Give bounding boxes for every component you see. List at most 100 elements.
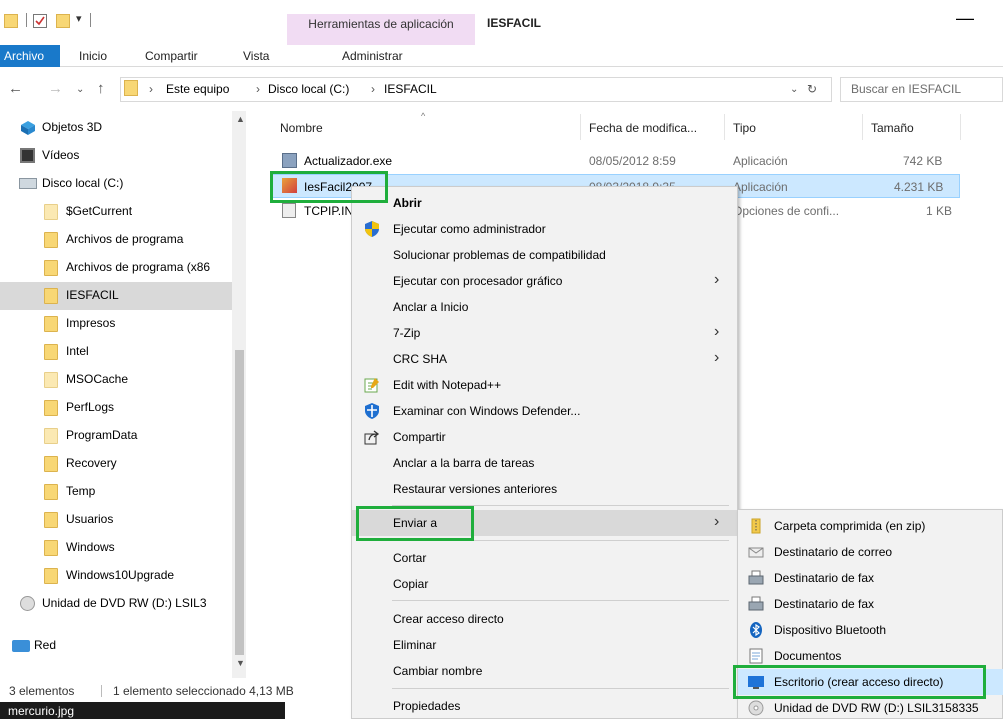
share-icon [363,428,381,446]
scroll-up-icon[interactable]: ▲ [236,114,245,124]
tab-vista[interactable]: Vista [243,45,269,67]
videos-icon [20,148,35,163]
chevron-right-icon: › [714,323,720,340]
column-divider[interactable] [580,114,581,140]
menu-item-restaurar-versiones[interactable]: Restaurar versiones anteriores [352,476,737,502]
menu-item-windows-defender[interactable]: Examinar con Windows Defender... [352,398,737,424]
nav-item-disco-local[interactable]: Disco local (C:) [0,170,232,198]
column-divider[interactable] [960,114,961,140]
submenu-item-label: Destinatario de fax [774,597,875,611]
breadcrumb-este-equipo[interactable]: Este equipo [166,82,229,96]
column-header-tamano[interactable]: Tamaño [871,121,914,135]
highlight-box-file [270,171,388,203]
tab-compartir[interactable]: Compartir [145,45,198,67]
back-arrow-icon[interactable]: ← [8,80,23,97]
nav-item-getcurrent[interactable]: $GetCurrent [0,198,232,226]
menu-item-label: Ejecutar con procesador gráfico [393,274,563,288]
nav-item-iesfacil[interactable]: IESFACIL [0,282,232,310]
submenu-item-destinatario-fax[interactable]: Destinatario de fax [738,565,1003,591]
taskbar-item[interactable]: mercurio.jpg [8,704,74,718]
minimize-button[interactable]: — [950,8,980,32]
menu-item-copiar[interactable]: Copiar [352,571,737,597]
menu-item-cambiar-nombre[interactable]: Cambiar nombre [352,658,737,684]
breadcrumb-iesfacil[interactable]: IESFACIL [384,82,437,96]
scroll-down-icon[interactable]: ▼ [236,658,245,668]
tab-archivo[interactable]: Archivo [0,45,60,67]
drive-icon [19,178,37,189]
menu-item-label: Cambiar nombre [393,664,483,678]
tab-administrar[interactable]: Administrar [342,45,403,67]
column-divider[interactable] [862,114,863,140]
nav-item-usuarios[interactable]: Usuarios [0,506,232,534]
documents-icon [748,648,764,664]
submenu-item-destinatario-correo[interactable]: Destinatario de correo [738,539,1003,565]
nav-item-recovery[interactable]: Recovery [0,450,232,478]
breadcrumb-disco-local[interactable]: Disco local (C:) [268,82,349,96]
menu-item-label: Eliminar [393,638,437,652]
nav-item-objetos-3d[interactable]: Objetos 3D [0,114,232,142]
nav-item-msocache[interactable]: MSOCache [0,366,232,394]
nav-item-programdata[interactable]: ProgramData [0,422,232,450]
column-header-fecha[interactable]: Fecha de modifica... [589,121,697,135]
submenu-item-destinatario-fax-2[interactable]: Destinatario de fax [738,591,1003,617]
nav-item-red[interactable]: Red [0,632,232,660]
bluetooth-icon [748,622,764,638]
submenu-item-bluetooth[interactable]: Dispositivo Bluetooth [738,617,1003,643]
nav-item-label: Windows [66,540,115,554]
column-divider[interactable] [724,114,725,140]
table-row[interactable]: Actualizador.exe 08/05/2012 8:59 Aplicac… [270,149,960,173]
menu-item-crc-sha[interactable]: CRC SHA › [352,346,737,372]
sort-ascending-icon: ^ [421,111,426,121]
properties-check-icon[interactable] [33,14,47,28]
menu-item-anclar-a-inicio[interactable]: Anclar a Inicio [352,294,737,320]
nav-item-unidad-dvd[interactable]: Unidad de DVD RW (D:) LSIL3 [0,590,232,618]
menu-item-abrir[interactable]: Abrir [352,190,737,216]
new-folder-icon[interactable] [56,14,70,28]
window-title: IESFACIL [487,16,542,30]
fax-icon [748,570,764,586]
folder-icon [124,80,138,96]
nav-item-archivos-de-programa-x86[interactable]: Archivos de programa (x86 [0,254,232,282]
nav-item-windows10upgrade[interactable]: Windows10Upgrade [0,562,232,590]
folder-icon [44,204,58,220]
nav-item-intel[interactable]: Intel [0,338,232,366]
menu-item-label: Anclar a la barra de tareas [393,456,535,470]
folder-icon[interactable] [4,14,18,28]
nav-scrollbar-thumb[interactable] [235,350,244,655]
recent-locations-chevron-icon[interactable]: ⌄ [76,84,84,95]
submenu-item-carpeta-comprimida[interactable]: Carpeta comprimida (en zip) [738,513,1003,539]
address-dropdown-icon[interactable]: ⌄ [790,84,798,95]
menu-item-cortar[interactable]: Cortar [352,545,737,571]
menu-item-eliminar[interactable]: Eliminar [352,632,737,658]
menu-item-7zip[interactable]: 7-Zip › [352,320,737,346]
nav-item-archivos-de-programa[interactable]: Archivos de programa [0,226,232,254]
menu-item-compartir[interactable]: Compartir [352,424,737,450]
column-header-tipo[interactable]: Tipo [733,121,756,135]
3d-objects-icon [20,120,36,136]
folder-icon [44,400,58,416]
menu-item-anclar-barra-tareas[interactable]: Anclar a la barra de tareas [352,450,737,476]
column-header-nombre[interactable]: Nombre [280,121,323,135]
submenu-item-label: Unidad de DVD RW (D:) LSIL3158335 [774,701,979,715]
refresh-icon[interactable]: ↻ [807,82,817,96]
nav-item-label: Archivos de programa (x86 [66,260,211,274]
nav-item-videos[interactable]: Vídeos [0,142,232,170]
menu-item-ejecutar-con-procesador-grafico[interactable]: Ejecutar con procesador gráfico › [352,268,737,294]
menu-item-propiedades[interactable]: Propiedades [352,693,737,719]
breadcrumb-separator-icon: › [256,82,260,96]
nav-item-perflogs[interactable]: PerfLogs [0,394,232,422]
quick-access-dropdown-icon[interactable]: ▾ [76,12,82,25]
dvd-icon [20,596,35,611]
tab-inicio[interactable]: Inicio [79,45,107,67]
menu-item-ejecutar-como-administrador[interactable]: Ejecutar como administrador [352,216,737,242]
nav-item-temp[interactable]: Temp [0,478,232,506]
up-arrow-icon[interactable]: ↑ [97,80,105,97]
menu-item-edit-with-notepad[interactable]: Edit with Notepad++ [352,372,737,398]
forward-arrow-icon[interactable]: → [48,80,63,97]
nav-item-label: Vídeos [42,148,80,162]
menu-item-crear-acceso-directo[interactable]: Crear acceso directo [352,606,737,632]
nav-item-impresos[interactable]: Impresos [0,310,232,338]
menu-item-solucionar-problemas[interactable]: Solucionar problemas de compatibilidad [352,242,737,268]
nav-item-windows[interactable]: Windows [0,534,232,562]
nav-item-label: Red [34,638,57,652]
